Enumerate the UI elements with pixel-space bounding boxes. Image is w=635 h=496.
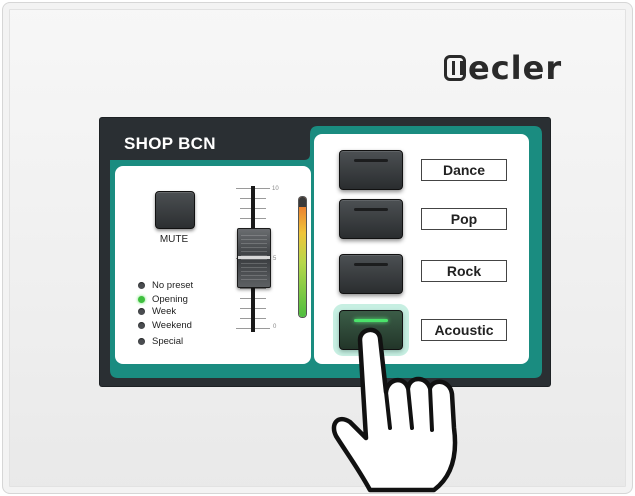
mute-button[interactable] xyxy=(155,191,195,229)
preset-label: Special xyxy=(152,335,184,347)
fader-scale-top: 10 xyxy=(272,186,279,192)
preset-item-week[interactable]: Week xyxy=(138,306,193,317)
fader-scale-bottom: 0 xyxy=(273,324,277,330)
level-meter xyxy=(299,197,306,317)
button-indicator xyxy=(354,208,388,211)
preset-led-icon xyxy=(138,281,145,289)
music-button-dance[interactable] xyxy=(339,150,403,190)
zone-title: SHOP BCN xyxy=(124,134,216,153)
preset-label: Weekend xyxy=(152,320,192,331)
preset-led-icon xyxy=(138,322,145,329)
preset-item-special[interactable]: Special xyxy=(138,334,193,348)
preset-led-icon xyxy=(138,337,145,345)
ecler-logo: ecler xyxy=(444,48,562,88)
music-button-rock[interactable] xyxy=(339,254,403,294)
music-label-rock: Rock xyxy=(421,260,507,282)
preset-led-active-icon xyxy=(138,295,145,303)
level-meter-cap xyxy=(299,197,306,207)
button-indicator xyxy=(354,159,388,162)
mute-label: MUTE xyxy=(159,234,189,245)
ecler-logo-mark-icon xyxy=(444,55,466,81)
fader-scale-mid: 5 xyxy=(273,256,277,262)
preset-item-opening[interactable]: Opening xyxy=(138,292,193,306)
preset-item-weekend[interactable]: Weekend xyxy=(138,317,193,334)
preset-label: Week xyxy=(152,306,177,317)
button-indicator xyxy=(354,263,388,266)
music-label-pop: Pop xyxy=(421,208,507,230)
preset-label: Opening xyxy=(152,293,188,305)
music-button-pop[interactable] xyxy=(339,199,403,239)
pointing-hand-icon xyxy=(331,327,458,493)
volume-fader-knob[interactable] xyxy=(237,228,271,288)
preset-item-no-preset[interactable]: No preset xyxy=(138,278,193,292)
preset-led-icon xyxy=(138,308,145,315)
ecler-logo-text: ecler xyxy=(468,49,563,87)
preset-label: No preset xyxy=(152,279,194,291)
music-label-dance: Dance xyxy=(421,159,507,181)
preset-list: No preset Opening Week Weekend Special xyxy=(138,278,193,348)
